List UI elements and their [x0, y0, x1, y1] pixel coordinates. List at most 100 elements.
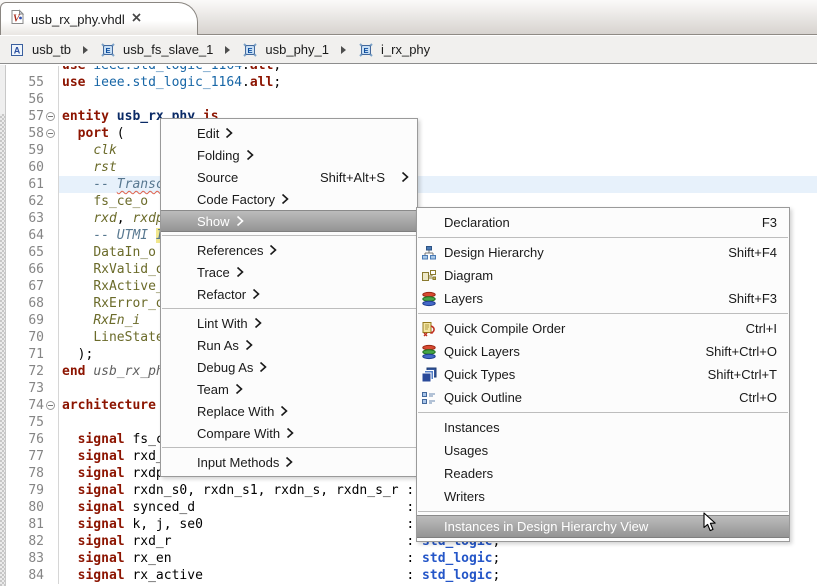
fold-column: [44, 550, 58, 567]
menu-item-label: Team: [197, 382, 229, 397]
line-number: 72: [7, 363, 44, 380]
token-pl: [62, 432, 78, 447]
code-text[interactable]: signal rx_en : std_logic;: [58, 550, 817, 567]
editor-tab-bar: V usb_rx_phy.vhdl: [0, 0, 817, 35]
code-line-83[interactable]: 83 signal rx_en : std_logic;: [7, 550, 817, 567]
code-line-56[interactable]: 56: [7, 91, 817, 108]
token-pl: rx_en :: [125, 551, 422, 566]
token-kw: signal: [78, 568, 125, 583]
menu-item-declaration[interactable]: Declaration F3: [417, 211, 789, 234]
breadcrumb-label: usb_phy_1: [265, 42, 329, 57]
menu-item-replace-with[interactable]: Replace With: [161, 400, 417, 422]
menu-item-readers[interactable]: Readers: [417, 462, 789, 485]
entity-chip-icon: E: [358, 42, 374, 58]
menu-item-source[interactable]: SourceShift+Alt+S: [161, 166, 417, 188]
fold-column: [44, 142, 58, 159]
code-text[interactable]: signal rx_active : std_logic;: [58, 567, 817, 584]
breadcrumb-item-usb-tb[interactable]: Ausb_tb: [9, 42, 71, 58]
menu-item-quick-layers[interactable]: Quick LayersShift+Ctrl+O: [417, 340, 789, 363]
token-pl: [62, 143, 93, 158]
menu-item-usages[interactable]: Usages: [417, 439, 789, 462]
breadcrumb-item-usb-fs-slave-1[interactable]: Eusb_fs_slave_1: [100, 42, 213, 58]
token-typ: std_logic: [422, 551, 492, 566]
breadcrumb-separator-icon: [225, 46, 230, 54]
fold-column: [44, 125, 58, 142]
submenu-arrow-icon: [219, 127, 233, 139]
menu-item-label: References: [197, 243, 263, 258]
menu-item-shortcut: F3: [742, 215, 777, 230]
token-pl: fs_c: [125, 432, 164, 447]
fold-column: [44, 380, 58, 397]
fold-column: [44, 516, 58, 533]
token-pl: [62, 126, 78, 141]
code-text[interactable]: use ieee.std_logic_1164.all;: [58, 74, 817, 91]
code-line-55[interactable]: 55use ieee.std_logic_1164.all;: [7, 74, 817, 91]
fold-column: [44, 482, 58, 499]
menu-item-label: Declaration: [444, 215, 510, 230]
fold-column: [44, 465, 58, 482]
fold-column: [44, 431, 58, 448]
menu-item-shortcut: Shift+F3: [708, 291, 777, 306]
token-com: --: [62, 177, 117, 192]
submenu-arrow-icon: [280, 427, 294, 439]
menu-item-run-as[interactable]: Run As: [161, 334, 417, 356]
token-pl: ;: [493, 568, 501, 583]
code-line-clipped[interactable]: use ieee.std_logic_1164.all;: [7, 66, 817, 74]
menu-item-label: Input Methods: [197, 455, 279, 470]
menu-item-label: Lint With: [197, 316, 248, 331]
annotation-ruler-texture: [0, 114, 5, 586]
menu-item-label: Refactor: [197, 287, 246, 302]
menu-item-code-factory[interactable]: Code Factory: [161, 188, 417, 210]
line-number: 56: [7, 91, 44, 108]
breadcrumb-item-i-rx-phy[interactable]: Ei_rx_phy: [358, 42, 430, 58]
menu-item-instances-in-design-hierarchy-view[interactable]: Instances in Design Hierarchy View: [417, 515, 789, 538]
menu-item-input-methods[interactable]: Input Methods: [161, 451, 417, 473]
menu-item-label: Usages: [444, 443, 488, 458]
tab-close-icon[interactable]: [131, 10, 142, 28]
menu-item-quick-types[interactable]: Quick TypesShift+Ctrl+T: [417, 363, 789, 386]
menu-item-trace[interactable]: Trace: [161, 261, 417, 283]
menu-item-references[interactable]: References: [161, 239, 417, 261]
line-number: 60: [7, 159, 44, 176]
diagram-icon: [421, 268, 438, 284]
menu-item-edit[interactable]: Edit: [161, 122, 417, 144]
code-text[interactable]: use ieee.std_logic_1164.all;: [58, 66, 817, 74]
menu-item-instances[interactable]: Instances: [417, 416, 789, 439]
menu-item-label: Code Factory: [197, 192, 275, 207]
token-pl: [62, 551, 78, 566]
code-line-84[interactable]: 84 signal rx_active : std_logic;: [7, 567, 817, 584]
menu-item-layers[interactable]: LayersShift+F3: [417, 287, 789, 310]
token-pl: ;: [273, 75, 281, 90]
fold-collapse-icon[interactable]: [46, 129, 55, 138]
menu-item-refactor[interactable]: Refactor: [161, 283, 417, 305]
menu-item-writers[interactable]: Writers: [417, 485, 789, 508]
breadcrumb-separator-icon: [83, 46, 88, 54]
menu-item-shortcut: Shift+Ctrl+O: [685, 344, 777, 359]
tab-usb-rx-phy[interactable]: V usb_rx_phy.vhdl: [0, 2, 198, 35]
annotation-ruler[interactable]: [0, 65, 6, 586]
fold-column: [44, 108, 58, 125]
menu-separator: [418, 412, 788, 413]
code-text[interactable]: [58, 91, 817, 108]
menu-item-debug-as[interactable]: Debug As: [161, 356, 417, 378]
menu-item-quick-outline[interactable]: Quick OutlineCtrl+O: [417, 386, 789, 409]
token-pl: rxdn_s0, rxdn_s1, rxdn_s, rxdn_s_r :: [125, 483, 415, 498]
fold-collapse-icon[interactable]: [46, 401, 55, 410]
menu-item-show[interactable]: Show: [161, 210, 417, 232]
token-pit: clk: [93, 143, 116, 158]
menu-item-label: Source: [197, 170, 238, 185]
menu-item-shortcut: Ctrl+O: [719, 390, 777, 405]
menu-item-team[interactable]: Team: [161, 378, 417, 400]
menu-separator: [418, 313, 788, 314]
menu-item-design-hierarchy[interactable]: Design HierarchyShift+F4: [417, 241, 789, 264]
token-prt: RxError_o: [93, 296, 163, 311]
menu-item-compare-with[interactable]: Compare With: [161, 422, 417, 444]
menu-item-quick-compile-order[interactable]: Quick Compile OrderCtrl+I: [417, 317, 789, 340]
line-number: 68: [7, 295, 44, 312]
menu-item-diagram[interactable]: Diagram: [417, 264, 789, 287]
menu-item-folding[interactable]: Folding: [161, 144, 417, 166]
breadcrumb-item-usb-phy-1[interactable]: Eusb_phy_1: [242, 42, 329, 58]
fold-collapse-icon[interactable]: [46, 112, 55, 121]
token-typ: std_logic: [422, 568, 492, 583]
menu-item-lint-with[interactable]: Lint With: [161, 312, 417, 334]
